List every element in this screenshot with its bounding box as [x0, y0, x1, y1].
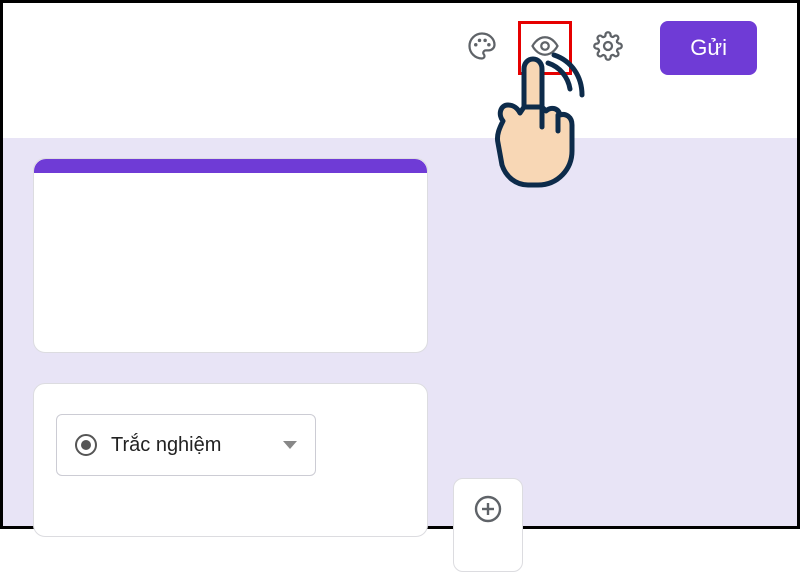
side-toolbar: [453, 478, 523, 572]
topbar: Gửi: [3, 3, 797, 93]
chevron-down-icon: [283, 441, 297, 449]
question-type-dropdown[interactable]: Trắc nghiệm: [56, 414, 316, 476]
form-title-card[interactable]: [33, 158, 428, 353]
dropdown-left: Trắc nghiệm: [75, 434, 221, 457]
gear-icon: [593, 31, 623, 66]
send-button[interactable]: Gửi: [660, 21, 757, 75]
settings-button[interactable]: [584, 24, 632, 72]
send-button-label: Gửi: [690, 35, 727, 60]
tutorial-pointer-hand: [478, 51, 588, 196]
radio-icon: [75, 434, 97, 456]
title-card-accent: [34, 159, 427, 173]
question-type-label: Trắc nghiệm: [111, 434, 221, 457]
plus-circle-icon: [472, 493, 504, 530]
question-card[interactable]: Trắc nghiệm: [33, 383, 428, 537]
add-question-button[interactable]: [468, 491, 508, 531]
